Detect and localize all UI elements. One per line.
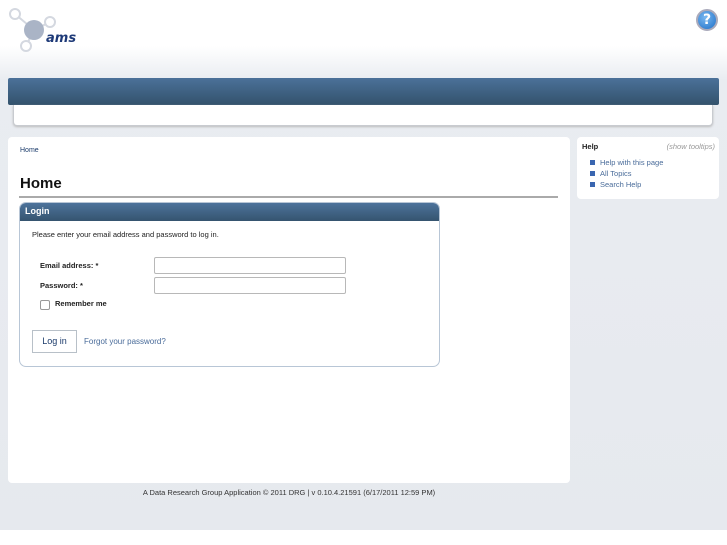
show-tooltips-link[interactable]: (show tooltips) <box>667 142 715 151</box>
help-item-all-topics[interactable]: All Topics <box>590 169 632 178</box>
email-field[interactable] <box>154 257 346 274</box>
help-icon[interactable]: ? <box>696 9 718 31</box>
title-divider <box>19 196 558 198</box>
main-content: Home Home Login Please enter your email … <box>8 137 570 483</box>
forgot-password-link[interactable]: Forgot your password? <box>84 337 166 346</box>
login-panel-title: Login <box>20 203 439 221</box>
page-title: Home <box>20 175 62 192</box>
help-item-search[interactable]: Search Help <box>590 180 641 189</box>
help-item-this-page[interactable]: Help with this page <box>590 158 663 167</box>
login-panel: Login Please enter your email address an… <box>19 202 440 367</box>
footer-text: A Data Research Group Application © 2011… <box>142 488 436 497</box>
svg-text:ams: ams <box>46 31 76 46</box>
password-field[interactable] <box>154 277 346 294</box>
remember-me-checkbox[interactable] <box>40 300 50 310</box>
ams-logo: ams <box>9 8 76 52</box>
login-button[interactable]: Log in <box>32 330 77 353</box>
help-title: Help <box>582 142 599 151</box>
breadcrumb-home[interactable]: Home <box>20 147 39 154</box>
remember-me-label[interactable]: Remember me <box>55 299 107 308</box>
help-panel: Help (show tooltips) Help with this page… <box>577 137 719 199</box>
bottom-band <box>0 530 727 545</box>
password-label: Password: * <box>40 281 83 290</box>
login-instructions: Please enter your email address and pass… <box>32 230 219 239</box>
sub-navigation-bar <box>13 105 713 126</box>
navigation-bar <box>8 78 719 105</box>
email-label: Email address: * <box>40 261 99 270</box>
